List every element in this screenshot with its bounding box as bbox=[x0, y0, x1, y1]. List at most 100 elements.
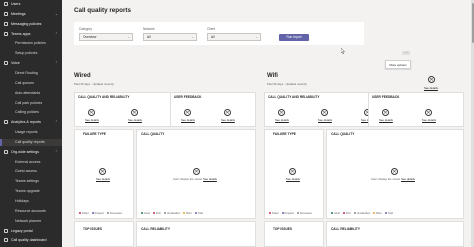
sidebar-item-external-access[interactable]: External access bbox=[0, 159, 62, 166]
sidebar-item-call-quality-dashboard[interactable]: Call quality dashboard bbox=[0, 237, 62, 244]
see-details-link[interactable]: See details bbox=[203, 177, 217, 181]
sidebar-item-label: Call park policies bbox=[15, 100, 43, 105]
legend-item: Good bbox=[331, 212, 340, 215]
mouse-cursor-icon bbox=[341, 48, 345, 54]
sidebar-item-call-park-policies[interactable]: Call park policies bbox=[0, 100, 62, 107]
sidebar-item-calling-policies[interactable]: Calling policies bbox=[0, 109, 62, 116]
card-title: CALL RELIABILITY bbox=[141, 227, 170, 231]
card-title: CALL QUALITY bbox=[331, 132, 355, 136]
sidebar-item-users[interactable]: Users bbox=[0, 1, 62, 8]
network-select[interactable]: All ⌄ bbox=[143, 33, 197, 41]
failure-legend: Failed Dropped Succeeded bbox=[269, 212, 312, 215]
sidebar-item-label: Guest access bbox=[15, 169, 37, 174]
client-select[interactable]: All ⌄ bbox=[207, 33, 261, 41]
see-details-link[interactable]: See details bbox=[379, 118, 393, 122]
legend-dot-icon bbox=[106, 212, 109, 215]
cant-display-message: Can't display the visual. See details bbox=[173, 177, 217, 181]
scrollbar-thumb[interactable] bbox=[471, 3, 474, 43]
wired-section-title: Wired bbox=[74, 73, 91, 79]
error-icon: ✕ bbox=[278, 109, 285, 116]
see-details-link[interactable]: See details bbox=[181, 118, 195, 122]
category-select[interactable]: Overview ⌄ bbox=[79, 33, 133, 41]
card-title: USER FEEDBACK bbox=[174, 95, 202, 99]
legend-label: Dropped bbox=[94, 212, 104, 215]
failure-legend: Failed Dropped Succeeded bbox=[79, 212, 122, 215]
sidebar-item-resource-accounts[interactable]: Resource accounts bbox=[0, 208, 62, 215]
see-details-link[interactable]: See details bbox=[424, 86, 438, 90]
legend-label: Total bbox=[387, 212, 393, 215]
sidebar-item-auto-attendants[interactable]: Auto attendants bbox=[0, 90, 62, 97]
sidebar-item-label: Messaging policies bbox=[11, 21, 42, 26]
sidebar-item-guest-access[interactable]: Guest access bbox=[0, 168, 62, 175]
legend-dot-icon bbox=[91, 212, 94, 215]
card-title: CALL QUALITY bbox=[141, 132, 165, 136]
legend-item: Dropped bbox=[281, 212, 294, 215]
more-options-button[interactable]: ··· bbox=[402, 51, 410, 55]
see-details-link[interactable]: See details bbox=[401, 177, 415, 181]
sidebar-item-direct-routing[interactable]: Direct Routing bbox=[0, 70, 62, 77]
sidebar-item-label: Permission policies bbox=[15, 41, 46, 46]
chevron-down-icon: ⌄ bbox=[255, 35, 258, 39]
legend-dot-icon bbox=[331, 212, 333, 215]
see-details-link[interactable]: See details bbox=[286, 177, 300, 181]
see-details-link[interactable]: See details bbox=[85, 118, 99, 122]
filter-bar: Category Overview ⌄ Network All ⌄ Client… bbox=[74, 22, 364, 45]
sidebar-item-holidays[interactable]: Holidays bbox=[0, 198, 62, 205]
legend-item: Poor bbox=[152, 212, 161, 215]
cant-display-text: Can't display the visual. bbox=[371, 177, 401, 181]
legend-label: Other bbox=[185, 212, 192, 215]
run-report-button[interactable]: Run report bbox=[279, 34, 309, 41]
sidebar-item-analytics-reports[interactable]: Analytics & reports ⌃ bbox=[0, 119, 62, 126]
legend-label: Dropped bbox=[284, 212, 294, 215]
legend-dot-icon bbox=[194, 212, 197, 215]
wifi-user-feedback-card: USER FEEDBACK ✕ See details ✕ See detail… bbox=[368, 92, 464, 127]
nav-icon bbox=[4, 21, 8, 26]
sidebar-item-label: Teams settings bbox=[15, 179, 39, 184]
wifi-call-reliability-card: CALL RELIABILITY bbox=[326, 221, 464, 247]
sidebar-item-label: Org-wide settings bbox=[11, 149, 39, 154]
cant-display-message: Can't display the visual. See details bbox=[371, 177, 415, 181]
sidebar-item-call-queues[interactable]: Call queues bbox=[0, 80, 62, 87]
legend-dot-icon bbox=[296, 212, 299, 215]
sidebar-item-setup-policies[interactable]: Setup policies bbox=[0, 50, 62, 57]
sidebar-item-legacy-portal[interactable]: Legacy portal bbox=[0, 228, 62, 235]
legend-dot-icon bbox=[182, 212, 185, 215]
wifi-failure-type-card: FAILURE TYPE ✕ See details Failed Dropped… bbox=[264, 129, 324, 219]
see-details-link[interactable]: See details bbox=[221, 118, 235, 122]
sidebar-item-call-quality-reports[interactable]: Call quality reports bbox=[0, 138, 62, 146]
error-icon: ✕ bbox=[321, 109, 328, 116]
card-title: FAILURE TYPE bbox=[273, 132, 296, 136]
see-details-link[interactable]: See details bbox=[318, 118, 332, 122]
sidebar-item-permission-policies[interactable]: Permission policies bbox=[0, 40, 62, 47]
wired-failure-type-card: FAILURE TYPE ✕ See details Failed Dropped… bbox=[74, 129, 134, 219]
see-details-link[interactable]: See details bbox=[128, 118, 142, 122]
sidebar-item-network-planner[interactable]: Network planner bbox=[0, 218, 62, 225]
category-label: Category bbox=[79, 27, 92, 31]
sidebar-item-teams-upgrade[interactable]: Teams upgrade bbox=[0, 188, 62, 195]
legend-item: Other bbox=[182, 212, 192, 215]
sidebar-item-usage-reports[interactable]: Usage reports bbox=[0, 129, 62, 136]
network-label: Network bbox=[143, 27, 155, 31]
sidebar-item-voice[interactable]: Voice ⌃ bbox=[0, 60, 62, 67]
legend-item: Failed bbox=[79, 212, 89, 215]
sidebar-item-teams-apps[interactable]: Teams apps ⌃ bbox=[0, 31, 62, 38]
sidebar-item-org-wide-settings[interactable]: Org-wide settings ⌃ bbox=[0, 149, 62, 156]
sidebar-item-messaging-policies[interactable]: Messaging policies bbox=[0, 21, 62, 28]
sidebar-item-label: Call queues bbox=[15, 80, 34, 85]
legend-label: Failed bbox=[82, 212, 89, 215]
legend-item: Succeeded bbox=[106, 212, 122, 215]
wired-call-quality-card: CALL QUALITY ✕ Can't display the visual.… bbox=[136, 129, 256, 219]
legend-item: Poor bbox=[342, 212, 351, 215]
see-details-link[interactable]: See details bbox=[96, 177, 110, 181]
sidebar-item-meetings[interactable]: Meetings ⌄ bbox=[0, 11, 62, 18]
legend-label: Total bbox=[197, 212, 203, 215]
client-value: All bbox=[211, 35, 215, 39]
sidebar-item-label: Calling policies bbox=[15, 110, 39, 115]
legend-dot-icon bbox=[372, 212, 375, 215]
sidebar-item-teams-settings[interactable]: Teams settings bbox=[0, 178, 62, 185]
see-details-link[interactable]: See details bbox=[422, 118, 436, 122]
chevron-down-icon: ⌄ bbox=[191, 35, 194, 39]
see-details-link[interactable]: See details bbox=[275, 118, 289, 122]
legend-dot-icon bbox=[269, 212, 271, 215]
card-title: TOP ISSUES bbox=[83, 227, 103, 231]
